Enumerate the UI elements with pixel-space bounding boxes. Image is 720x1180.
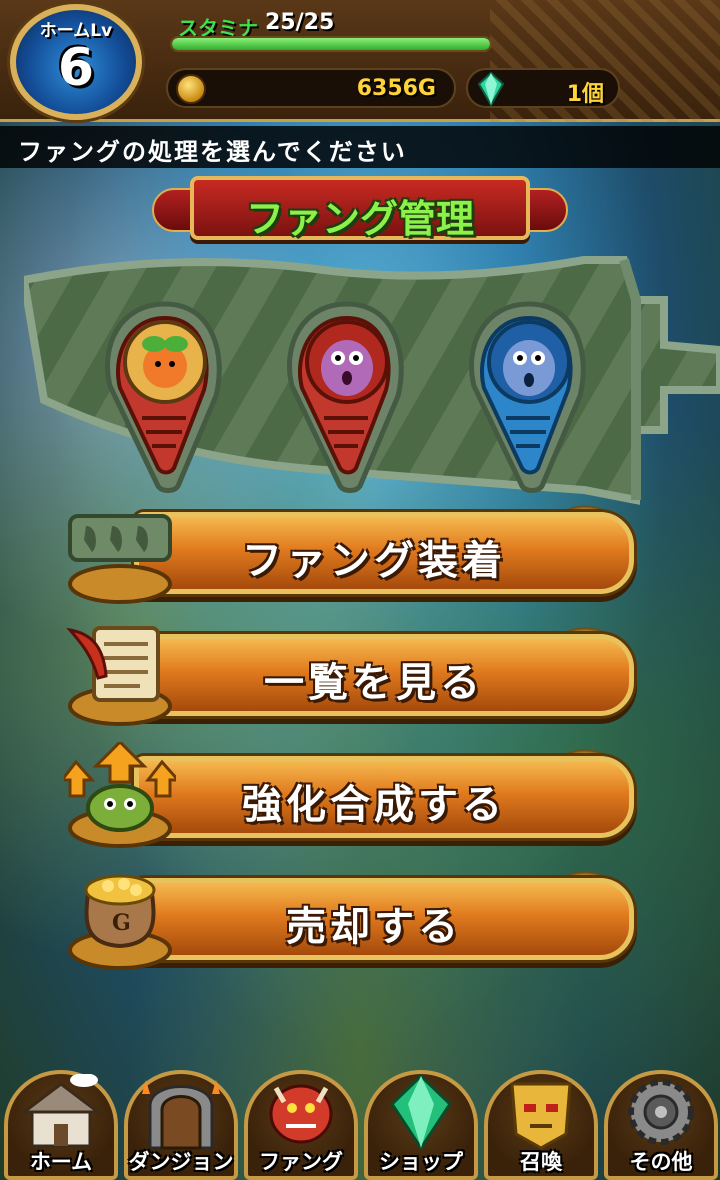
nav-shop[interactable]: ショップ	[362, 1066, 480, 1180]
golden-mask-icon	[510, 1082, 572, 1150]
nav-dungeon[interactable]: ダンジョン	[122, 1066, 240, 1180]
power-up-slime-icon	[64, 742, 176, 848]
gem-counter: 1個	[466, 68, 620, 108]
banner-plate: ファング管理	[190, 176, 530, 241]
gold-coin-icon	[176, 74, 206, 104]
enhance-fusion-label: 強化合成する	[242, 782, 506, 828]
gold-value: 6356G	[356, 76, 436, 101]
gold-bag-icon: G	[68, 874, 172, 970]
bottom-navigation: ホーム ダンジョン ファング ショップ 召喚 その他	[0, 1056, 720, 1180]
enhance-fusion-button[interactable]: 強化合成する	[64, 742, 640, 852]
status-header: ホームLv 6 スタミナ 25/25 6356G 1個	[0, 0, 720, 122]
instruction-bar: ファングの処理を選んでください	[0, 126, 720, 168]
stamina-bar	[170, 36, 492, 52]
home-level-badge: ホームLv 6	[10, 4, 142, 120]
nav-other-label: その他	[629, 1150, 693, 1174]
nav-summon[interactable]: 召喚	[482, 1066, 600, 1180]
nav-summon-label: 召喚	[520, 1150, 562, 1174]
blue-blob-monster-icon	[468, 301, 586, 493]
equip-fang-button[interactable]: ファング装着	[64, 498, 640, 608]
stamina-value: 25/25	[265, 10, 335, 35]
gear-icon	[628, 1079, 694, 1145]
fang-slot-2[interactable]	[278, 296, 416, 494]
page-title: ファング管理	[245, 197, 474, 241]
svg-text:G: G	[112, 910, 131, 936]
nav-home-label: ホーム	[29, 1150, 93, 1174]
nav-other[interactable]: その他	[602, 1066, 720, 1180]
sell-button[interactable]: 売却する G	[64, 864, 640, 974]
stamina-bar-fill	[172, 38, 490, 50]
home-level-value: 6	[57, 38, 95, 98]
nav-fang-label: ファング	[259, 1150, 343, 1174]
nav-fang[interactable]: ファング	[242, 1066, 360, 1180]
green-gem-icon	[478, 72, 504, 106]
orange-plant-monster-icon	[104, 301, 222, 493]
fang-slot-3[interactable]	[460, 296, 598, 494]
gem-value: 1個	[566, 82, 604, 107]
instruction-text: ファングの処理を選んでください	[18, 138, 407, 166]
view-list-button[interactable]: 一覧を見る	[64, 620, 640, 730]
red-dragon-icon	[269, 1084, 333, 1144]
green-gem-icon	[390, 1074, 452, 1150]
fang-slot-1[interactable]	[96, 296, 234, 494]
nav-dungeon-label: ダンジョン	[128, 1150, 234, 1174]
equip-fang-label: ファング装着	[242, 538, 506, 584]
dungeon-gate-icon	[142, 1080, 220, 1150]
gold-counter: 6356G	[166, 68, 456, 108]
fang-rack-icon	[68, 514, 172, 604]
scroll-quill-icon	[66, 626, 172, 726]
purple-blob-monster-icon	[286, 301, 404, 493]
nav-shop-label: ショップ	[379, 1150, 463, 1174]
page-title-banner: ファング管理	[152, 172, 568, 244]
view-list-label: 一覧を見る	[264, 660, 484, 706]
sell-label: 売却する	[286, 904, 462, 950]
nav-home[interactable]: ホーム	[2, 1066, 120, 1180]
house-icon	[19, 1074, 103, 1148]
